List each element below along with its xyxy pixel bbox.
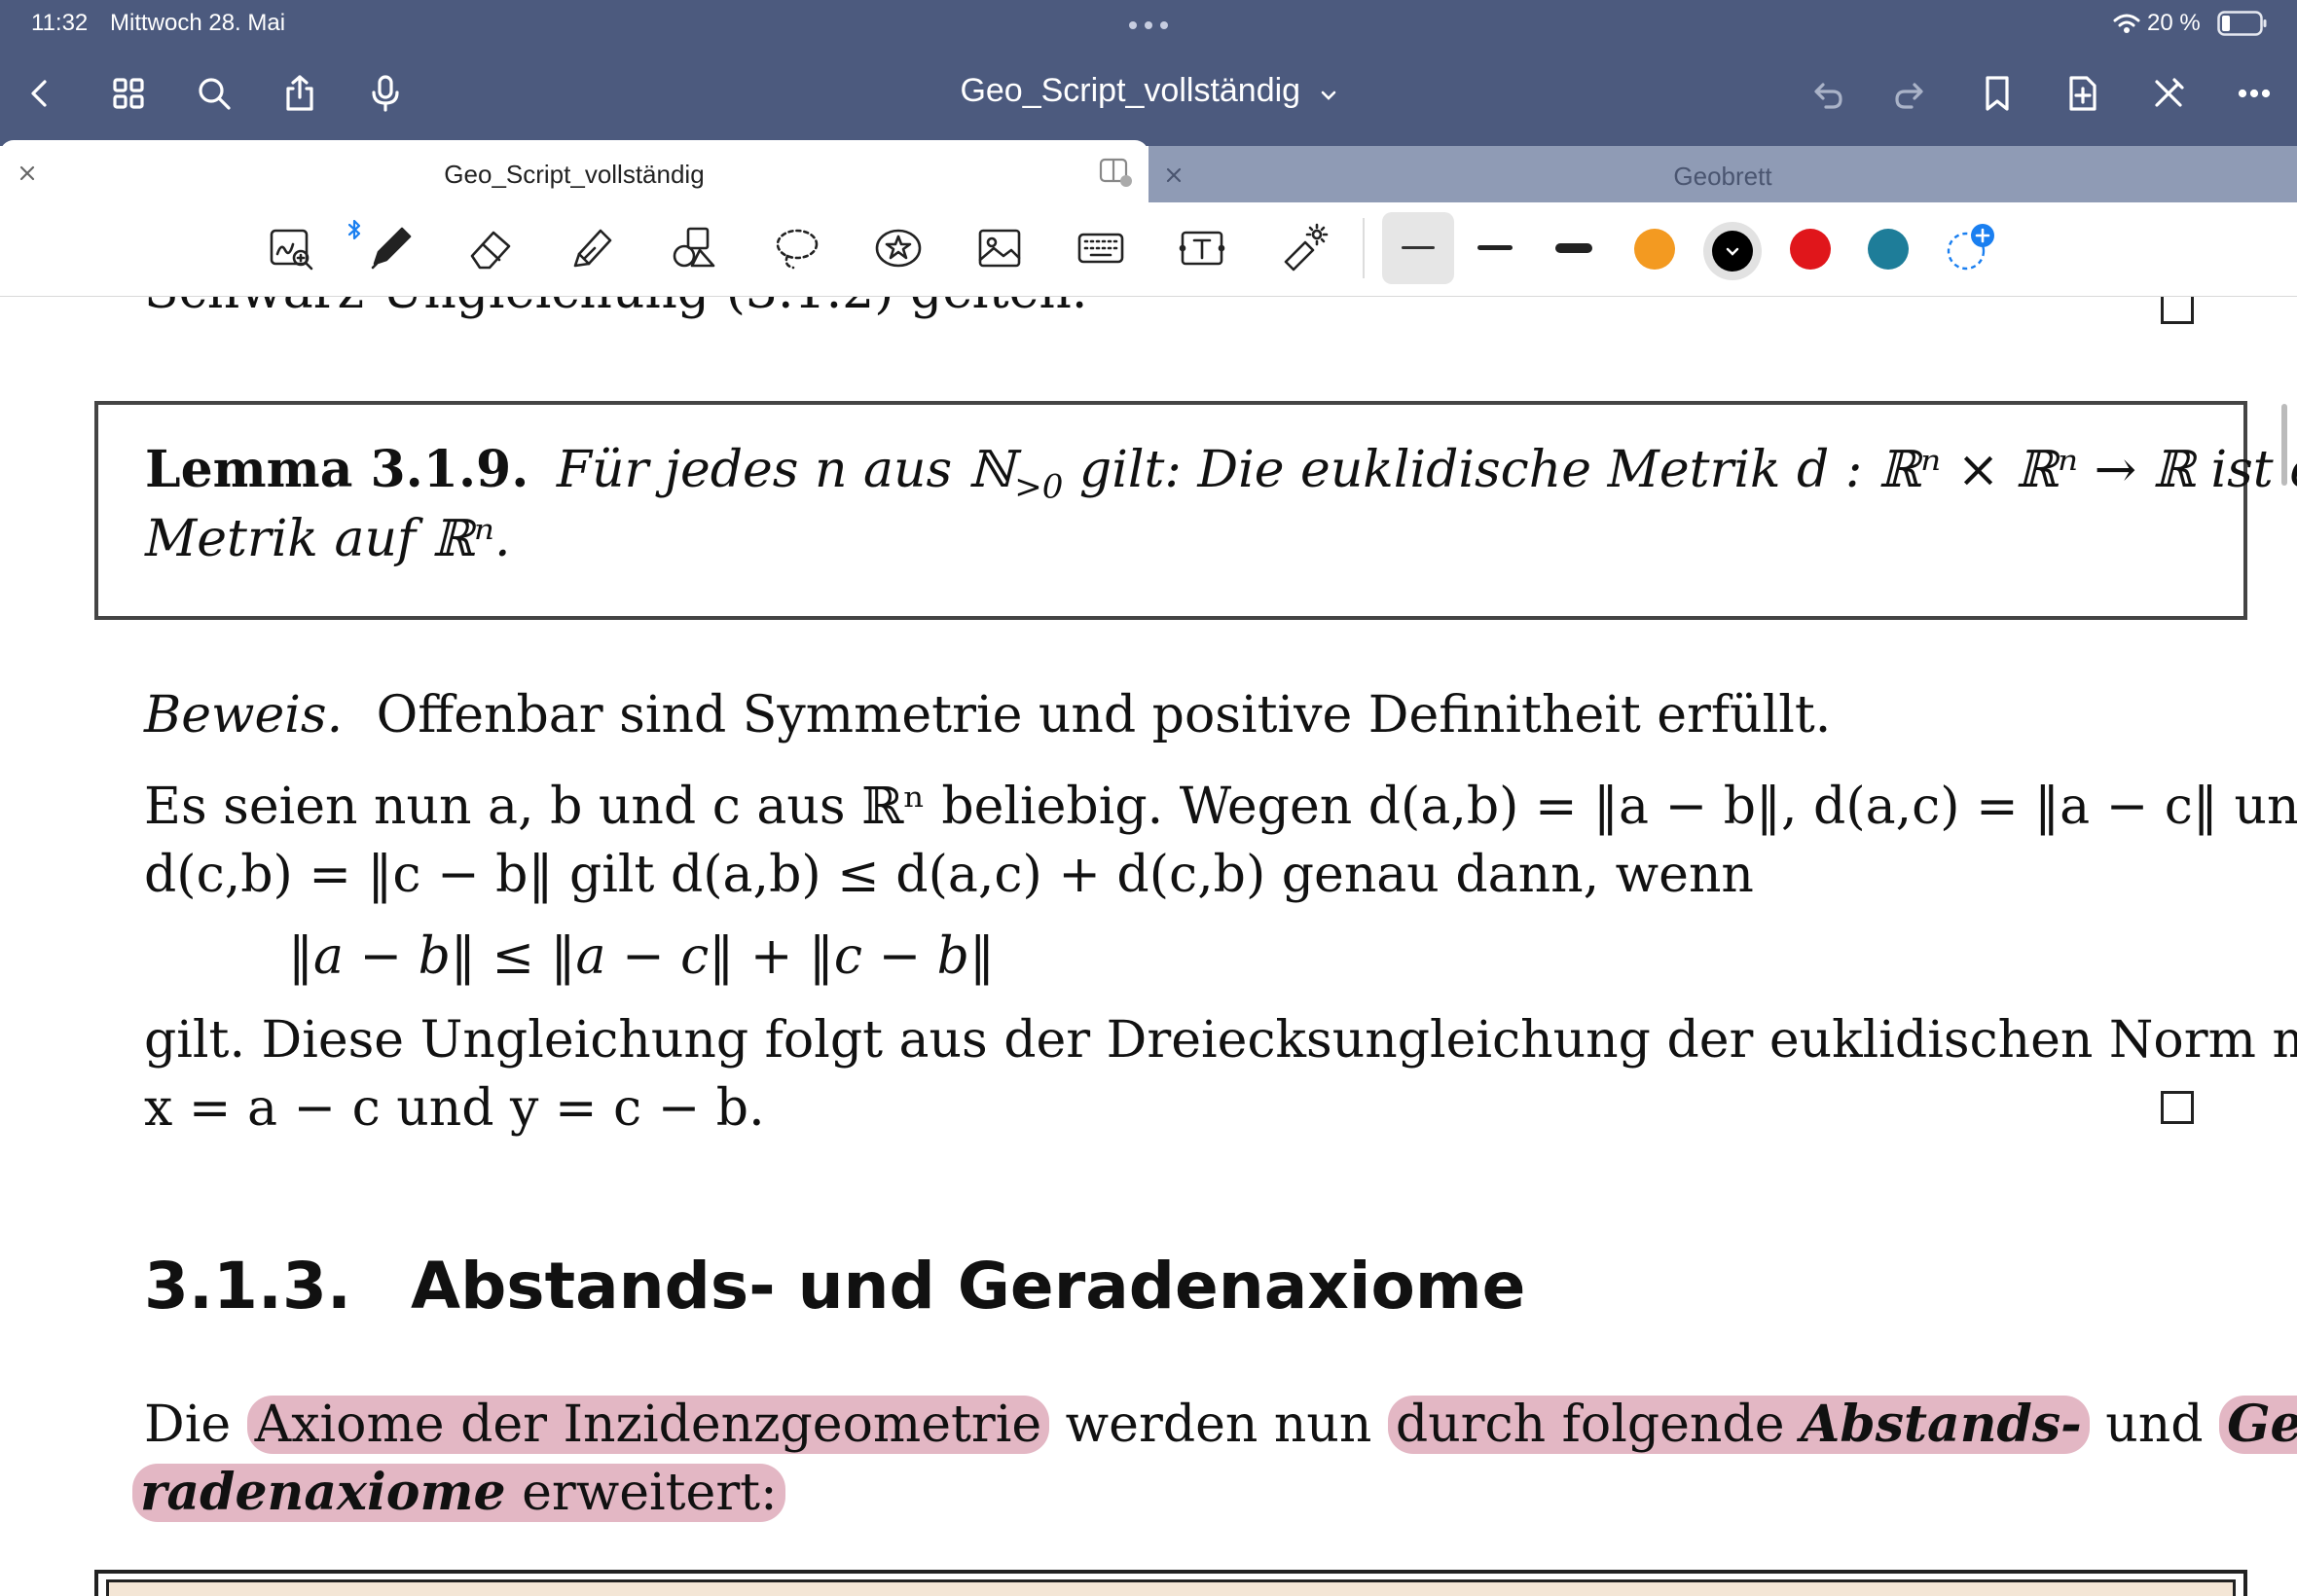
color-swatch-black-selected[interactable] [1703, 222, 1762, 280]
bold-term: Ge- [2227, 1395, 2297, 1454]
proof-line-4: gilt. Diese Ungleichung folgt aus der Dr… [144, 1011, 2297, 1070]
para-word: werden nun [1065, 1396, 1372, 1454]
status-time: 11:32 [31, 10, 89, 36]
lemma-text-a: Für jedes n aus ℕ [556, 441, 1015, 499]
tab-geo-script[interactable]: Geo_Script_vollständig [0, 140, 1148, 204]
top-bar: 11:32 Mittwoch 28. Mai 20 % Geo_Script_v… [0, 0, 2297, 146]
multitasking-dots[interactable] [1125, 18, 1172, 29]
para-word: und [2105, 1396, 2204, 1454]
wifi-icon [2112, 12, 2141, 40]
document-title-wrapper: Geo_Script_vollständig [0, 72, 2297, 110]
chevron-down-icon[interactable] [1320, 72, 1337, 110]
proof-label: Beweis. [144, 686, 344, 744]
color-swatch-orange[interactable] [1634, 229, 1675, 270]
share-icon[interactable] [274, 68, 325, 119]
next-box-inner-frame [106, 1579, 2236, 1596]
pen-icon[interactable] [358, 216, 422, 280]
stroke-medium-icon[interactable] [1477, 245, 1513, 250]
highlighted-text[interactable]: Ge- [2219, 1395, 2297, 1454]
para-word: erweitert: [522, 1464, 778, 1522]
next-box-frame [94, 1570, 2247, 1596]
lemma-label: Lemma 3.1.9. [145, 440, 529, 499]
annotation-toolbar [0, 202, 2297, 297]
color-swatch-black [1712, 231, 1753, 272]
highlighted-text[interactable]: radenaxiome erweitert: [132, 1463, 785, 1522]
status-date: Mittwoch 28. Mai [110, 10, 286, 36]
stroke-thick-icon[interactable] [1555, 243, 1592, 253]
image-icon[interactable] [967, 216, 1032, 280]
sticker-icon[interactable] [866, 216, 930, 280]
para-word: durch folgende [1395, 1396, 1785, 1454]
grid-icon[interactable] [103, 68, 154, 119]
tab-geobrett[interactable]: Geobrett [1148, 146, 2297, 204]
shapes-icon[interactable] [662, 216, 726, 280]
document-page[interactable]: Schwarz-Ungleichung (3.1.2) gelten. Lemm… [0, 297, 2297, 1596]
qed-box [2161, 297, 2194, 324]
search-icon[interactable] [189, 68, 239, 119]
proof-line-2: Es seien nun a, b und c aus ℝⁿ beliebig.… [144, 778, 2297, 836]
proof-line-5: x = a − c und y = c − b. [144, 1079, 765, 1138]
back-icon[interactable] [16, 68, 66, 119]
tab-label: Geo_Script_vollständig [444, 160, 705, 189]
color-swatch-red[interactable] [1790, 229, 1831, 270]
more-icon[interactable] [2229, 68, 2279, 119]
bold-term: Abstands- [1801, 1395, 2082, 1454]
toolbar-divider [1363, 218, 1365, 278]
undo-icon[interactable] [1801, 68, 1851, 119]
battery-percent: 20 % [2147, 10, 2201, 36]
redo-icon[interactable] [1886, 68, 1937, 119]
qed-box [2161, 1091, 2194, 1124]
stroke-thin-button[interactable] [1382, 212, 1454, 284]
section-title: Abstands- und Geradenaxiome [410, 1249, 1526, 1324]
highlighted-text[interactable]: Axiome der Inzidenzgeometrie [246, 1396, 1050, 1454]
lemma-text-b: gilt: Die euklidische Metrik d : ℝⁿ × ℝⁿ… [1063, 441, 2297, 499]
chevron-down-icon [1726, 247, 1739, 256]
proof-line-3: d(c,b) = ‖c − b‖ gilt d(a,b) ≤ d(a,c) + … [144, 846, 1754, 904]
add-page-icon[interactable] [2058, 68, 2108, 119]
text-box-icon[interactable] [1170, 216, 1234, 280]
paragraph-line-2: radenaxiome erweitert: [132, 1463, 785, 1522]
tab-bar: Geo_Script_vollständig Geobrett [0, 140, 2297, 204]
highlighter-icon[interactable] [561, 216, 625, 280]
lemma-line-2: Metrik auf ℝⁿ. [145, 510, 511, 568]
lemma-subscript: >0 [1014, 467, 1064, 507]
document-title[interactable]: Geo_Script_vollständig [960, 72, 1300, 109]
color-swatch-teal[interactable] [1868, 229, 1909, 270]
select-zoom-icon[interactable] [259, 216, 323, 280]
laser-pointer-icon[interactable] [1271, 216, 1335, 280]
stroke-thin-icon [1402, 246, 1435, 249]
highlighted-text[interactable]: durch folgende Abstands- [1387, 1395, 2090, 1454]
add-color-icon[interactable] [1941, 222, 1999, 280]
tab-label: Geobrett [1673, 162, 1772, 191]
keyboard-icon[interactable] [1069, 216, 1133, 280]
pen-off-icon[interactable] [2143, 68, 2194, 119]
scroll-indicator[interactable] [2281, 404, 2287, 486]
paragraph-line-1: Die Axiome der Inzidenzgeometrie werden … [144, 1395, 2297, 1454]
proof-text: Offenbar sind Symmetrie und positive Def… [376, 686, 1832, 744]
section-heading: 3.1.3. Abstands- und Geradenaxiome [144, 1249, 1525, 1324]
previous-text-line: Schwarz-Ungleichung (3.1.2) gelten. [144, 297, 1087, 320]
proof-line-1: Beweis. Offenbar sind Symmetrie und posi… [144, 686, 1831, 744]
battery-icon [2217, 11, 2268, 41]
microphone-icon[interactable] [360, 68, 411, 119]
para-word: Die [144, 1396, 232, 1454]
lemma-line-1: Lemma 3.1.9. Für jedes n aus ℕ>0 gilt: D… [145, 440, 2297, 506]
proof-formula: ‖a − b‖ ≤ ‖a − c‖ + ‖c − b‖ [288, 927, 995, 986]
lemma-box: Lemma 3.1.9. Für jedes n aus ℕ>0 gilt: D… [94, 401, 2297, 620]
split-view-icon[interactable] [1098, 156, 1133, 194]
bookmark-icon[interactable] [1972, 68, 2023, 119]
eraser-icon[interactable] [459, 216, 524, 280]
lasso-icon[interactable] [765, 216, 829, 280]
section-number: 3.1.3. [144, 1249, 351, 1324]
bold-term: radenaxiome [140, 1463, 506, 1522]
